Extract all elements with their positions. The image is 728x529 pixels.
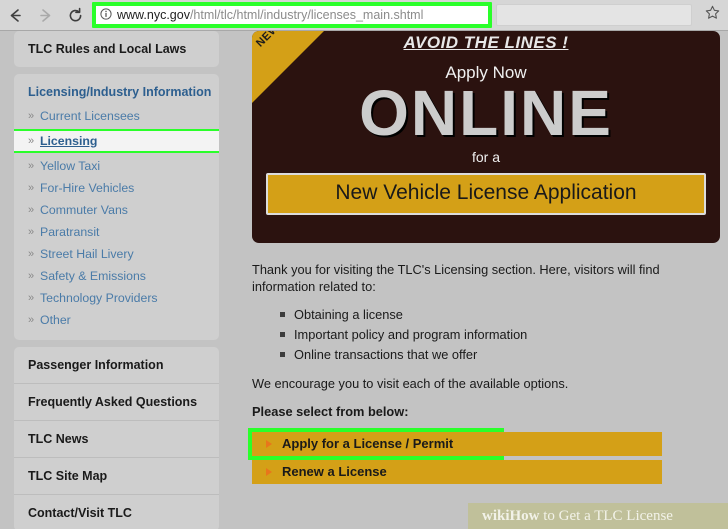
- sidebar-sublabel: Technology Providers: [40, 291, 158, 305]
- main-content: NEW! AVOID THE LINES ! Apply Now ONLINE …: [240, 31, 728, 529]
- encourage-paragraph: We encourage you to visit each of the av…: [252, 376, 569, 391]
- sidebar-item-yellow-taxi[interactable]: » Yellow Taxi: [14, 155, 219, 177]
- sidebar-item-tlc-news[interactable]: TLC News: [14, 420, 219, 457]
- sidebar-item-for-hire-vehicles[interactable]: » For-Hire Vehicles: [14, 177, 219, 199]
- web-page: TLC Rules and Local Laws Licensing/Indus…: [0, 31, 728, 529]
- forward-arrow-icon: [37, 7, 54, 24]
- url-domain: www.nyc.gov: [117, 8, 190, 22]
- sidebar-sublabel: Yellow Taxi: [40, 159, 101, 173]
- address-bar[interactable]: www.nyc.gov/html/tlc/html/industry/licen…: [96, 6, 488, 24]
- chevron-right-icon: »: [28, 270, 35, 282]
- sidebar-sublabel: For-Hire Vehicles: [40, 181, 135, 195]
- sidebar-item-other[interactable]: » Other: [14, 309, 219, 331]
- sidebar-block-other-sections: Passenger Information Frequently Asked Q…: [14, 347, 219, 529]
- renew-a-license-link[interactable]: Renew a License: [252, 460, 662, 484]
- benefits-list: Obtaining a license Important policy and…: [252, 306, 720, 363]
- chevron-right-icon: »: [28, 248, 35, 260]
- wikihow-caption: to Get a TLC License: [539, 507, 673, 524]
- sidebar-item-commuter-vans[interactable]: » Commuter Vans: [14, 199, 219, 221]
- wikihow-watermark-text: wikiHow to Get a TLC License: [468, 508, 673, 525]
- wikihow-brand-how: How: [509, 507, 540, 524]
- star-outline-icon: [705, 5, 720, 25]
- triangle-right-icon: [266, 440, 272, 448]
- chevron-right-icon: »: [28, 110, 35, 122]
- sidebar-block-rules: TLC Rules and Local Laws: [14, 31, 219, 67]
- address-bar-container: www.nyc.gov/html/tlc/html/industry/licen…: [92, 2, 724, 28]
- sidebar-sublist: » Current Licensees » Licensing » Yellow…: [14, 105, 219, 340]
- new-vehicle-license-application-button[interactable]: New Vehicle License Application: [266, 173, 706, 215]
- sidebar-item-current-licensees[interactable]: » Current Licensees: [14, 105, 219, 127]
- sidebar-item-licensing-inner[interactable]: » Licensing: [14, 131, 219, 151]
- sidebar-item-licensing[interactable]: » Licensing: [14, 129, 219, 153]
- sidebar-item-licensing-industry[interactable]: Licensing/Industry Information: [14, 74, 219, 105]
- sidebar-sublabel: Other: [40, 313, 71, 327]
- online-application-banner[interactable]: NEW! AVOID THE LINES ! Apply Now ONLINE …: [252, 31, 720, 243]
- reload-button[interactable]: [60, 1, 90, 29]
- list-item: Important policy and program information: [280, 326, 720, 343]
- back-arrow-icon: [7, 7, 24, 24]
- sidebar-navigation: TLC Rules and Local Laws Licensing/Indus…: [14, 31, 219, 529]
- sidebar-sublabel: Safety & Emissions: [40, 269, 146, 283]
- address-bar-empty-area[interactable]: [496, 4, 692, 26]
- apply-for-license-permit-link[interactable]: Apply for a License / Permit: [252, 432, 662, 456]
- sidebar-sublabel: Current Licensees: [40, 109, 140, 123]
- triangle-right-icon: [266, 468, 272, 476]
- sidebar-block-licensing: Licensing/Industry Information » Current…: [14, 74, 219, 340]
- sidebar-item-tlc-rules[interactable]: TLC Rules and Local Laws: [14, 31, 219, 67]
- list-item: Obtaining a license: [280, 306, 720, 323]
- intro-paragraph: Thank you for visiting the TLC's Licensi…: [252, 262, 660, 294]
- sidebar-sublabel: Commuter Vans: [40, 203, 128, 217]
- chevron-right-icon: »: [28, 292, 35, 304]
- sidebar-sublabel: Street Hail Livery: [40, 247, 134, 261]
- sidebar-item-faq[interactable]: Frequently Asked Questions: [14, 383, 219, 420]
- reload-icon: [67, 7, 84, 24]
- browser-toolbar: www.nyc.gov/html/tlc/html/industry/licen…: [0, 0, 728, 31]
- chevron-right-icon: »: [28, 226, 35, 238]
- chevron-right-icon: »: [28, 135, 35, 147]
- url-path: /html/tlc/html/industry/licenses_main.sh…: [189, 8, 424, 22]
- sidebar-sublabel: Paratransit: [40, 225, 100, 239]
- chevron-right-icon: »: [28, 204, 35, 216]
- sidebar-item-street-hail-livery[interactable]: » Street Hail Livery: [14, 243, 219, 265]
- action-label: Renew a License: [282, 464, 387, 479]
- chevron-right-icon: »: [28, 182, 35, 194]
- sidebar-item-safety-emissions[interactable]: » Safety & Emissions: [14, 265, 219, 287]
- browser-window: www.nyc.gov/html/tlc/html/industry/licen…: [0, 0, 728, 529]
- banner-for-a: for a: [471, 149, 500, 165]
- sidebar-item-contact-visit-tlc[interactable]: Contact/Visit TLC: [14, 494, 219, 529]
- bookmark-button[interactable]: [698, 1, 726, 29]
- action-label: Apply for a License / Permit: [282, 436, 454, 451]
- action-links-list: Apply for a License / Permit Renew a Lic…: [252, 432, 662, 484]
- sidebar-item-technology-providers[interactable]: » Technology Providers: [14, 287, 219, 309]
- info-circle-icon[interactable]: [100, 7, 112, 23]
- sidebar-sublabel: Licensing: [40, 134, 98, 148]
- sidebar-item-passenger-information[interactable]: Passenger Information: [14, 347, 219, 383]
- chevron-right-icon: »: [28, 314, 35, 326]
- sidebar-item-paratransit[interactable]: » Paratransit: [14, 221, 219, 243]
- wikihow-brand-wiki: wiki: [482, 507, 510, 524]
- back-button[interactable]: [0, 1, 30, 29]
- wikihow-watermark: wikiHow to Get a TLC License: [468, 503, 728, 529]
- sidebar-item-tlc-site-map[interactable]: TLC Site Map: [14, 457, 219, 494]
- select-below-heading: Please select from below:: [252, 404, 409, 419]
- body-copy: Thank you for visiting the TLC's Licensi…: [252, 243, 720, 420]
- forward-button[interactable]: [30, 1, 60, 29]
- chevron-right-icon: »: [28, 160, 35, 172]
- list-item: Online transactions that we offer: [280, 346, 720, 363]
